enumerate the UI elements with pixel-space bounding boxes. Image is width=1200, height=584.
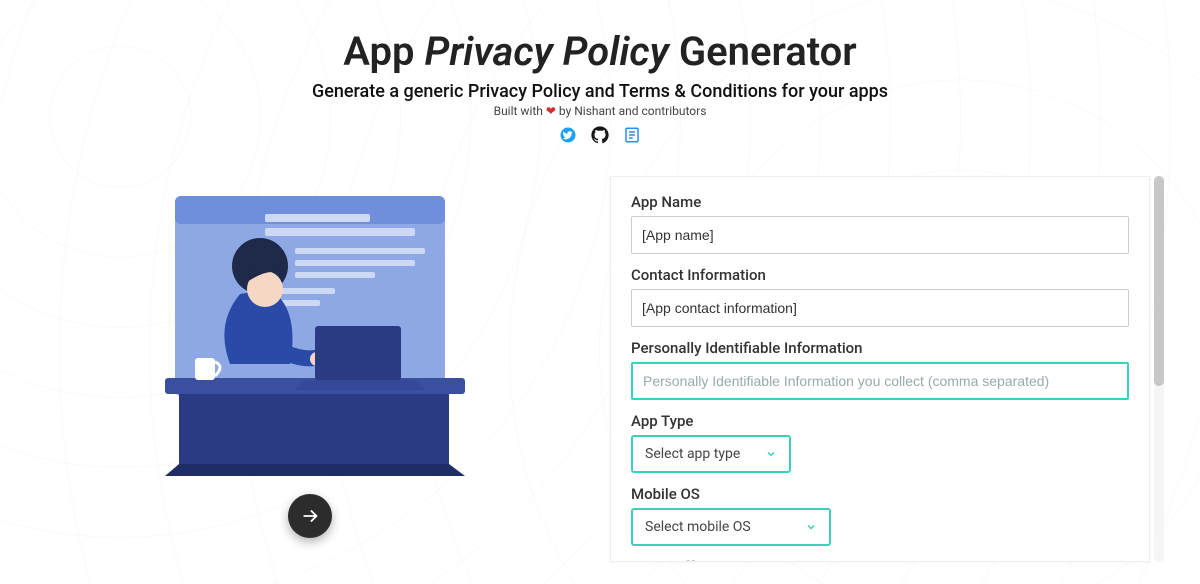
effective-date-label: Policy Effective Date [631,558,1129,562]
github-icon[interactable] [591,126,609,148]
contact-label: Contact Information [631,266,1129,284]
app-name-label: App Name [631,193,1129,211]
app-type-label: App Type [631,412,1129,430]
chevron-down-icon [805,521,817,533]
app-name-field[interactable] [631,216,1129,254]
app-type-value: Select app type [645,446,740,462]
heart-icon: ❤ [546,104,556,118]
pii-field[interactable] [631,362,1129,400]
mobile-os-select[interactable]: Select mobile OS [631,508,831,546]
twitter-icon[interactable] [559,126,577,148]
page-subtitle: Generate a generic Privacy Policy and Te… [0,81,1200,102]
arrow-right-icon [299,505,321,527]
contact-field[interactable] [631,289,1129,327]
form-scrollbar[interactable] [1154,176,1164,562]
mobile-os-label: Mobile OS [631,485,1129,503]
hero-illustration [145,176,475,476]
built-with: Built with ❤ by Nishant and contributors [0,104,1200,118]
app-type-select[interactable]: Select app type [631,435,791,473]
page-title: App Privacy Policy Generator [0,28,1200,75]
website-icon[interactable] [623,126,641,148]
scrollbar-thumb[interactable] [1154,176,1164,386]
form-panel: App Name Contact Information Personally … [610,176,1150,562]
chevron-down-icon [765,448,777,460]
next-button[interactable] [288,494,332,538]
pii-label: Personally Identifiable Information [631,339,1129,357]
mobile-os-value: Select mobile OS [645,519,751,535]
